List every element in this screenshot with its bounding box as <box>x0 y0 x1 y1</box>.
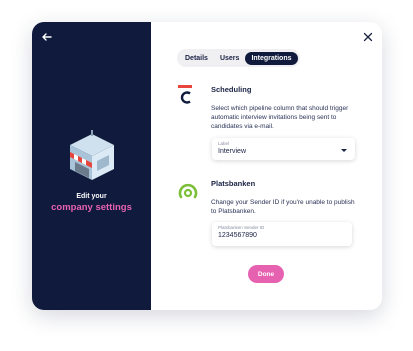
tab-users[interactable]: Users <box>214 52 245 65</box>
platsbanken-field-label: Platsbanken Sender ID <box>218 225 265 230</box>
scheduling-title: Scheduling <box>211 85 252 94</box>
back-arrow-icon[interactable] <box>40 30 54 44</box>
platsbanken-field-value: 1234567890 <box>218 232 257 239</box>
left-heading-line2: company settings <box>51 202 132 213</box>
platsbanken-sender-id-input[interactable]: Platsbanken Sender ID 1234567890 <box>212 222 352 246</box>
company-settings-modal: Edit your company settings Details Users… <box>32 22 382 310</box>
tab-integrations[interactable]: Integrations <box>245 51 298 65</box>
platsbanken-description: Change your Sender ID if you're unable t… <box>211 199 355 215</box>
scheduling-description: Select which pipeline column that should… <box>211 105 349 130</box>
left-heading-line1: Edit your <box>76 193 107 200</box>
scheduling-field-label: Label <box>218 141 230 146</box>
platsbanken-logo-icon <box>177 180 199 202</box>
left-panel: Edit your company settings <box>32 22 151 310</box>
scheduling-field-value: Interview <box>218 148 247 155</box>
platsbanken-title: Platsbanken <box>211 179 256 188</box>
tab-details[interactable]: Details <box>179 52 214 65</box>
scheduling-logo-icon <box>178 85 192 105</box>
scheduling-label-select[interactable]: Label Interview <box>212 138 355 160</box>
close-icon[interactable] <box>362 30 374 42</box>
tab-bar: Details Users Integrations <box>177 49 300 67</box>
storefront-icon <box>64 130 120 186</box>
chevron-down-icon <box>341 149 347 152</box>
done-button[interactable]: Done <box>248 265 284 283</box>
